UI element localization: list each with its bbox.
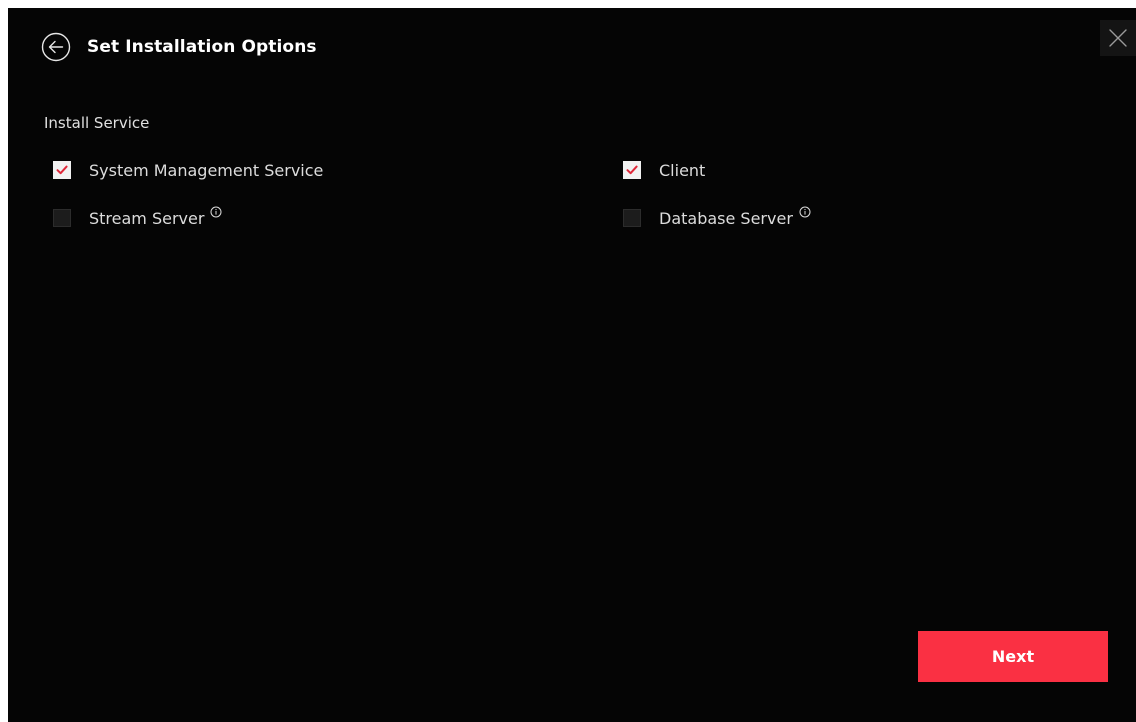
- next-button[interactable]: Next: [918, 631, 1108, 682]
- install-service-label: Install Service: [44, 114, 150, 132]
- dialog-title: Set Installation Options: [87, 37, 317, 57]
- arrow-left-circle-icon: [41, 32, 71, 62]
- info-icon[interactable]: [210, 206, 222, 218]
- close-button[interactable]: [1100, 20, 1136, 56]
- option-client[interactable]: Client: [623, 158, 705, 182]
- dialog-header: Set Installation Options: [40, 30, 317, 64]
- option-label: Client: [659, 160, 706, 180]
- option-stream-server[interactable]: Stream Server: [53, 206, 222, 230]
- option-system-management-service[interactable]: System Management Service: [53, 158, 323, 182]
- info-icon[interactable]: [799, 206, 811, 218]
- back-button[interactable]: [40, 31, 72, 63]
- checkbox-system-management-service[interactable]: [53, 161, 71, 179]
- close-icon: [1109, 29, 1127, 47]
- option-database-server[interactable]: Database Server: [623, 206, 811, 230]
- option-label: System Management Service: [89, 160, 324, 180]
- installation-options-dialog: Set Installation Options Install Service…: [8, 8, 1136, 722]
- option-label: Stream Server: [89, 208, 205, 228]
- checkbox-stream-server[interactable]: [53, 209, 71, 227]
- checkmark-icon: [626, 165, 638, 175]
- option-label: Database Server: [659, 208, 793, 228]
- checkbox-client[interactable]: [623, 161, 641, 179]
- checkbox-database-server[interactable]: [623, 209, 641, 227]
- checkmark-icon: [56, 165, 68, 175]
